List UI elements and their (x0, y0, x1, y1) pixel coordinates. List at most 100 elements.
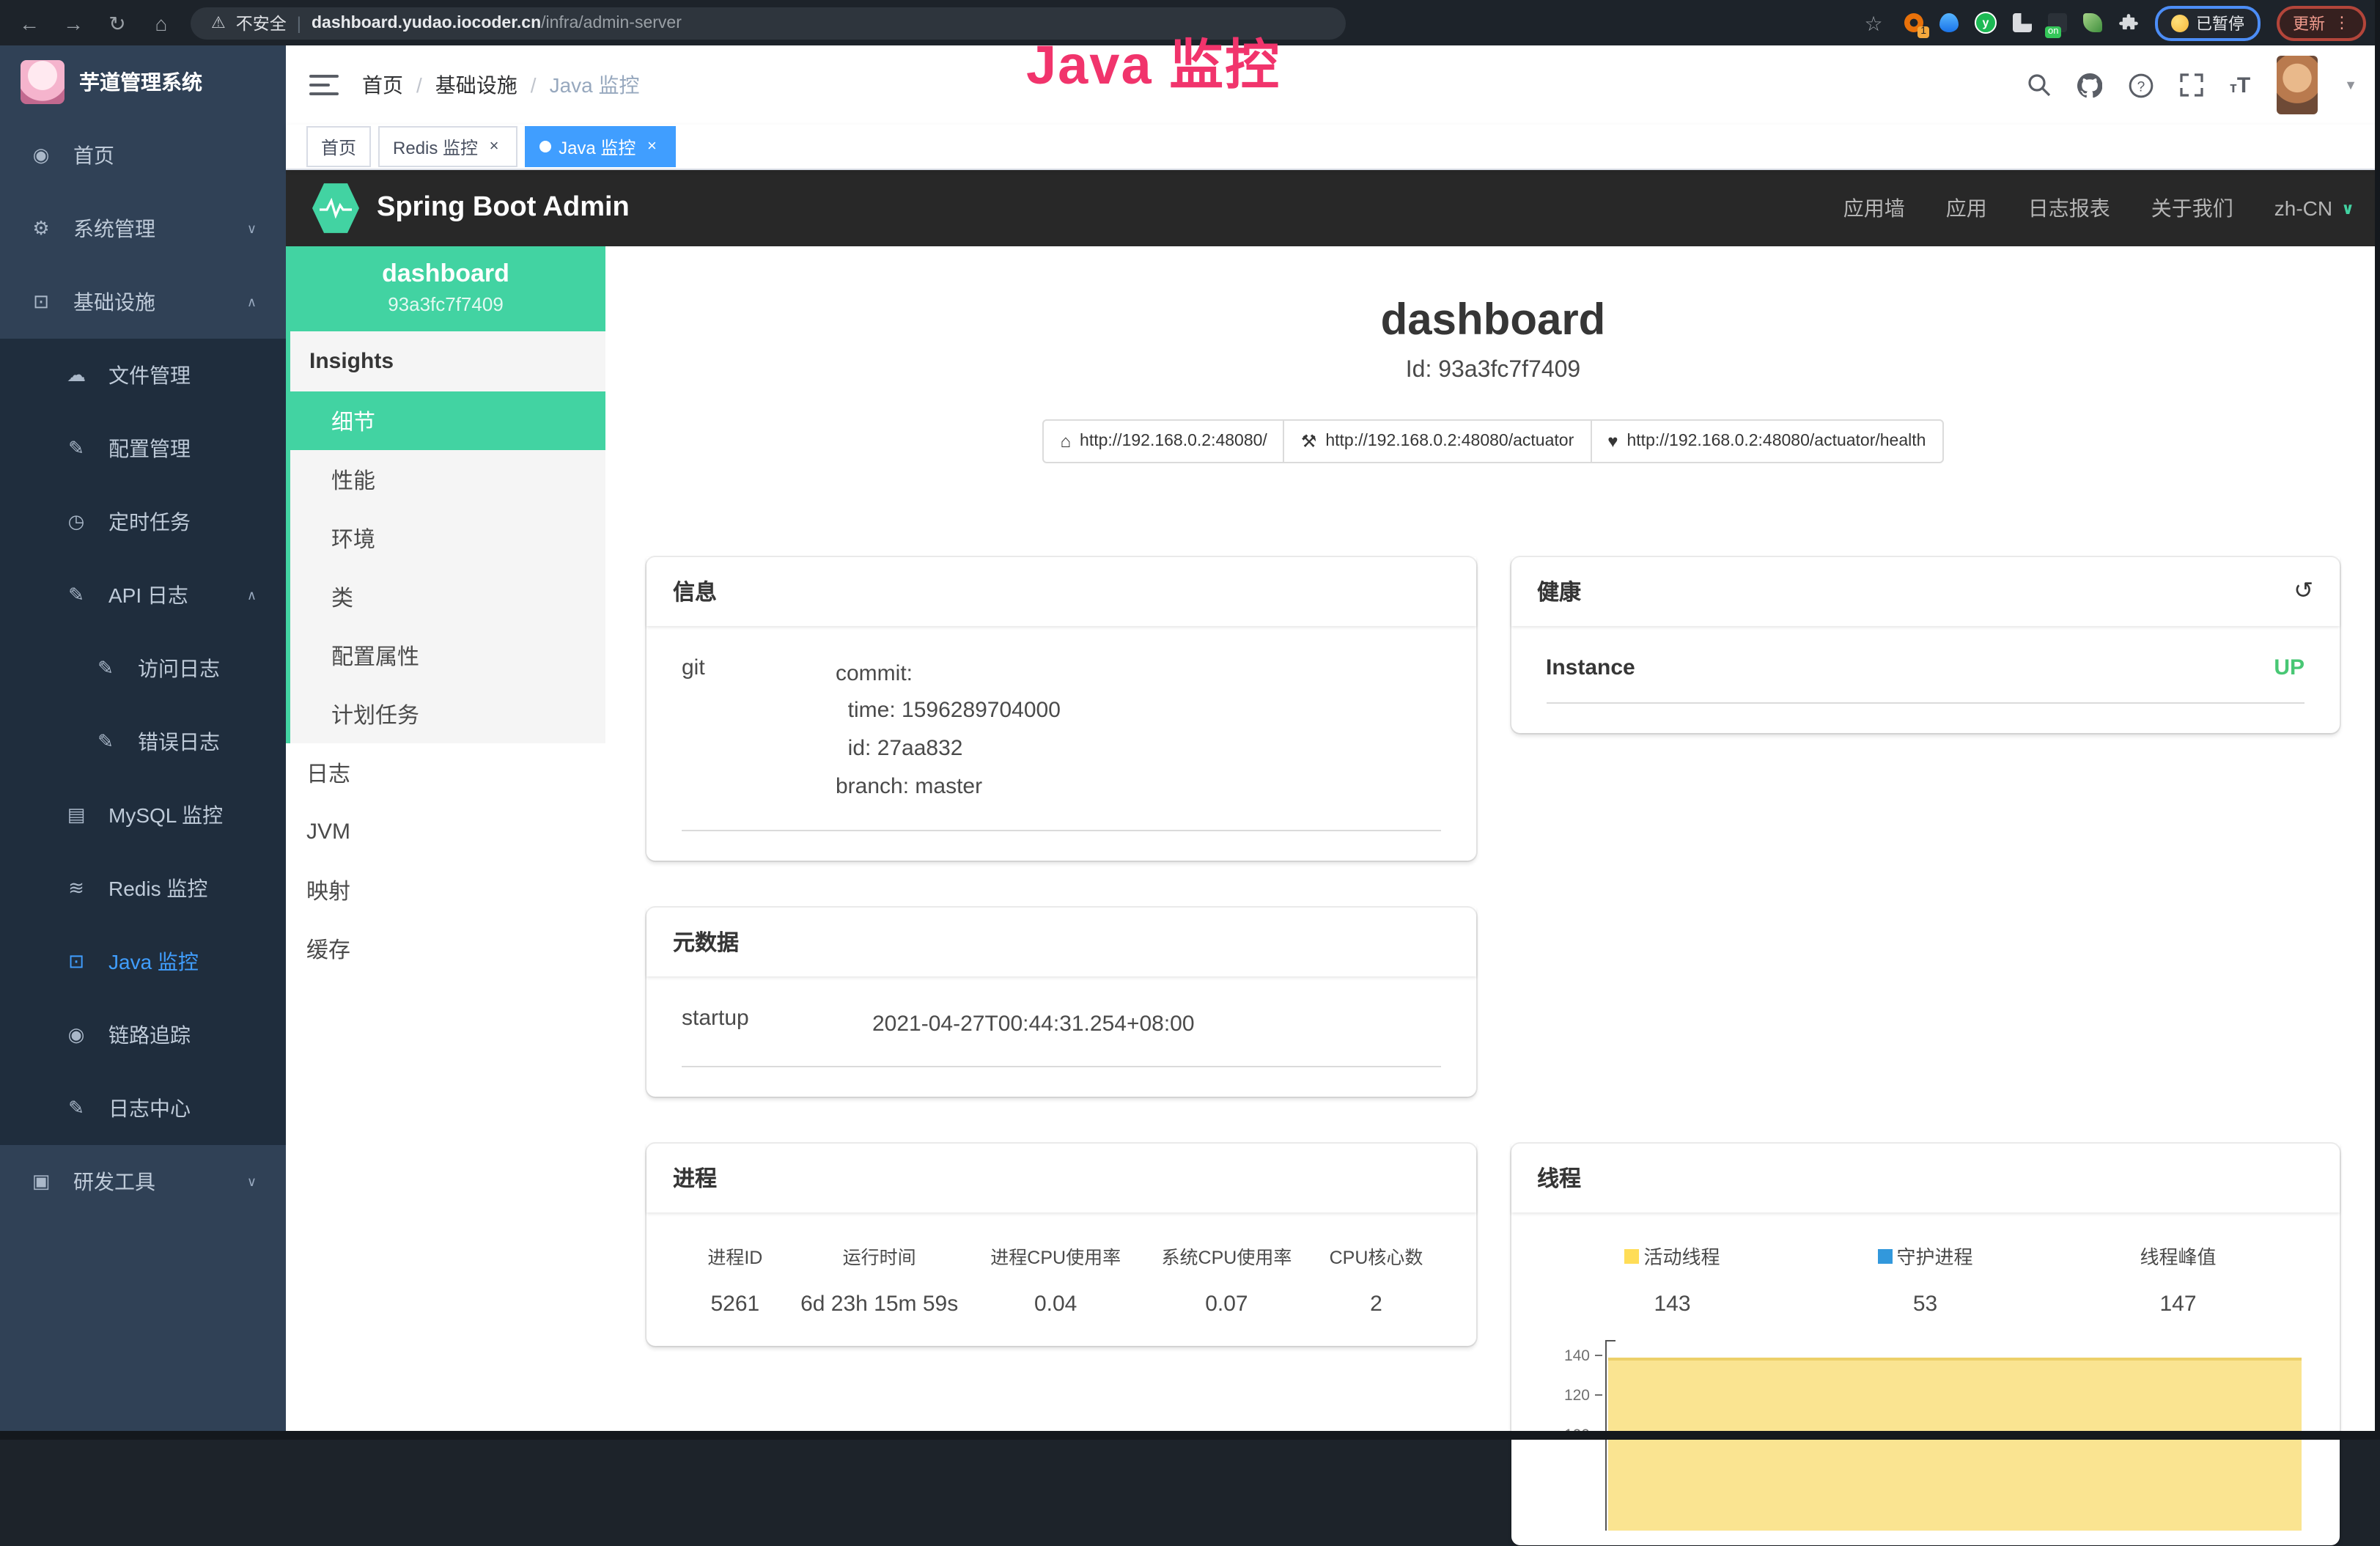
github-icon[interactable] (2077, 73, 2102, 97)
sba-nav-mappings[interactable]: 映射 (286, 861, 605, 919)
sba-nav-details[interactable]: 细节 (290, 391, 605, 450)
edit-icon: ✎ (65, 1097, 88, 1120)
close-icon[interactable]: × (643, 138, 660, 155)
sba-menu-journal[interactable]: 日志报表 (2028, 194, 2110, 223)
sidebar-item-config[interactable]: ✎配置管理 (0, 412, 286, 485)
sba-nav-scheduled-tasks[interactable]: 计划任务 (290, 685, 605, 743)
sidebar-item-label: Java 监控 (108, 947, 199, 976)
sba-body: dashboard 93a3fc7f7409 Insights 细节 性能 环境… (286, 246, 2380, 1440)
sidebar-item-job[interactable]: ◷定时任务 (0, 485, 286, 559)
metadata-row-startup: startup 2021-04-27T00:44:31.254+08:00 (682, 1005, 1440, 1068)
health-url-button[interactable]: ♥http://192.168.0.2:48080/actuator/healt… (1590, 419, 1943, 463)
sidebar-item-file[interactable]: ☁文件管理 (0, 339, 286, 412)
link-url: http://192.168.0.2:48080/actuator/health (1627, 432, 1926, 449)
sba-nav-logs[interactable]: 日志 (286, 743, 605, 802)
svg-text:?: ? (2137, 78, 2145, 94)
live-threads-area (1607, 1358, 2302, 1531)
extension-icon[interactable]: 1 (1904, 13, 1923, 32)
paused-label: 已暂停 (2196, 11, 2244, 34)
sidebar-item-system[interactable]: ⚙系统管理∨ (0, 192, 286, 265)
legend-label: 守护进程 (1896, 1243, 1972, 1270)
info-card-header: 信息 (646, 556, 1475, 625)
cell-cpu-cores: 2 (1312, 1292, 1440, 1317)
sba-nav-metrics[interactable]: 性能 (290, 450, 605, 509)
legend-label: 线程峰值 (2140, 1243, 2216, 1270)
column-header: 系统CPU使用率 (1141, 1243, 1312, 1270)
cell-pid: 5261 (682, 1292, 789, 1317)
sidebar-item-trace[interactable]: ◉链路追踪 (0, 998, 286, 1072)
home-icon[interactable]: ⌂ (147, 12, 176, 33)
reload-icon[interactable]: ↻ (103, 12, 132, 33)
sidebar-item-redis[interactable]: ≋Redis 监控 (0, 852, 286, 925)
sidebar-item-java-monitor[interactable]: ⊡Java 监控 (0, 925, 286, 998)
status-badge: UP (2274, 655, 2305, 680)
insights-label[interactable]: Insights (290, 331, 605, 391)
forward-icon[interactable]: → (59, 12, 88, 33)
sidebar-item-infra[interactable]: ⊡基础设施∧ (0, 265, 286, 339)
grid-extension-icon[interactable] (2013, 13, 2032, 32)
sidebar-item-dev-tools[interactable]: ▣研发工具∨ (0, 1145, 286, 1218)
on-extension-icon[interactable]: on (2048, 13, 2067, 32)
sba-nav-config-props[interactable]: 配置属性 (290, 626, 605, 685)
sidebar-item-label: 配置管理 (108, 434, 191, 463)
search-icon[interactable] (2027, 73, 2051, 97)
back-icon[interactable]: ← (15, 12, 44, 33)
hamburger-icon[interactable] (309, 75, 339, 95)
column-header: CPU核心数 (1312, 1243, 1440, 1270)
caret-down-icon[interactable]: ▼ (2344, 78, 2357, 92)
kebab-menu-icon[interactable]: ⋮ (2334, 13, 2350, 32)
breadcrumb-infra[interactable]: 基础设施 (435, 70, 517, 100)
update-label: 更新 (2293, 11, 2325, 34)
update-button[interactable]: 更新 ⋮ (2277, 5, 2366, 40)
tab-home[interactable]: 首页 (306, 126, 371, 167)
sidebar-item-api-log[interactable]: ✎API 日志∧ (0, 559, 286, 632)
brand[interactable]: 芋道管理系统 (0, 45, 286, 119)
instance-header[interactable]: dashboard 93a3fc7f7409 (286, 246, 605, 331)
sba-menu: 应用墙 应用 日志报表 关于我们 zh-CN∨ (1843, 194, 2354, 223)
font-size-icon[interactable]: тT (2230, 73, 2250, 97)
help-icon[interactable]: ? (2129, 73, 2154, 97)
bookmark-star-icon[interactable]: ☆ (1859, 12, 1888, 33)
breadcrumb-home[interactable]: 首页 (362, 70, 403, 100)
sidebar-item-label: 错误日志 (138, 727, 220, 757)
info-card-body: git commit: time: 1596289704000 id: 27aa… (646, 625, 1475, 860)
health-row-instance[interactable]: Instance UP (1546, 655, 2305, 703)
sidebar-item-error-log[interactable]: ✎ 错误日志 (0, 705, 286, 778)
legend-peak-threads: 线程峰值 (2052, 1243, 2305, 1270)
sidebar-item-log-center[interactable]: ✎日志中心 (0, 1072, 286, 1145)
sidebar-item-label: Redis 监控 (108, 874, 207, 903)
sba-nav-environment[interactable]: 环境 (290, 509, 605, 567)
leaf-extension-icon[interactable] (2083, 13, 2102, 32)
git-commit-line: commit: (836, 655, 1061, 693)
sba-nav-classes[interactable]: 类 (290, 567, 605, 626)
briefcase-icon: ▣ (29, 1170, 53, 1193)
sba-logo-icon[interactable] (312, 182, 359, 235)
close-icon[interactable]: × (485, 138, 503, 155)
sidebar-item-access-log[interactable]: ✎访问日志 (0, 632, 286, 705)
chevron-down-icon: ∨ (247, 221, 257, 237)
sba-nav-jvm[interactable]: JVM (286, 802, 605, 861)
edit-icon: ✎ (94, 730, 117, 754)
tab-java-monitor[interactable]: Java 监控× (525, 126, 675, 167)
sba-menu-applications[interactable]: 应用 (1946, 194, 1987, 223)
sidebar-item-home[interactable]: ◉首页 (0, 119, 286, 192)
sba-nav-caches[interactable]: 缓存 (286, 919, 605, 978)
sba-brand-title[interactable]: Spring Boot Admin (377, 192, 630, 224)
sba-sidebar: dashboard 93a3fc7f7409 Insights 细节 性能 环境… (286, 246, 605, 1440)
actuator-url-button[interactable]: ⚒http://192.168.0.2:48080/actuator (1283, 419, 1591, 463)
y-extension-icon[interactable]: y (1975, 12, 1997, 34)
instance-name: dashboard (298, 259, 594, 289)
locale-select[interactable]: zh-CN∨ (2274, 196, 2354, 220)
history-icon[interactable]: ↺ (2294, 576, 2313, 605)
pin-extension-icon[interactable] (1939, 13, 1959, 32)
puzzle-extensions-icon[interactable] (2118, 12, 2139, 33)
service-url-button[interactable]: ⌂http://192.168.0.2:48080/ (1043, 419, 1285, 463)
sba-menu-wallboard[interactable]: 应用墙 (1843, 194, 1905, 223)
user-avatar[interactable] (2277, 56, 2318, 114)
tab-redis-monitor[interactable]: Redis 监控× (378, 126, 517, 167)
sba-menu-about[interactable]: 关于我们 (2151, 194, 2233, 223)
paused-profile-chip[interactable]: 已暂停 (2155, 5, 2261, 40)
sidebar-item-label: 研发工具 (73, 1167, 155, 1196)
fullscreen-icon[interactable] (2180, 73, 2203, 97)
sidebar-item-mysql[interactable]: ▤MySQL 监控 (0, 778, 286, 852)
